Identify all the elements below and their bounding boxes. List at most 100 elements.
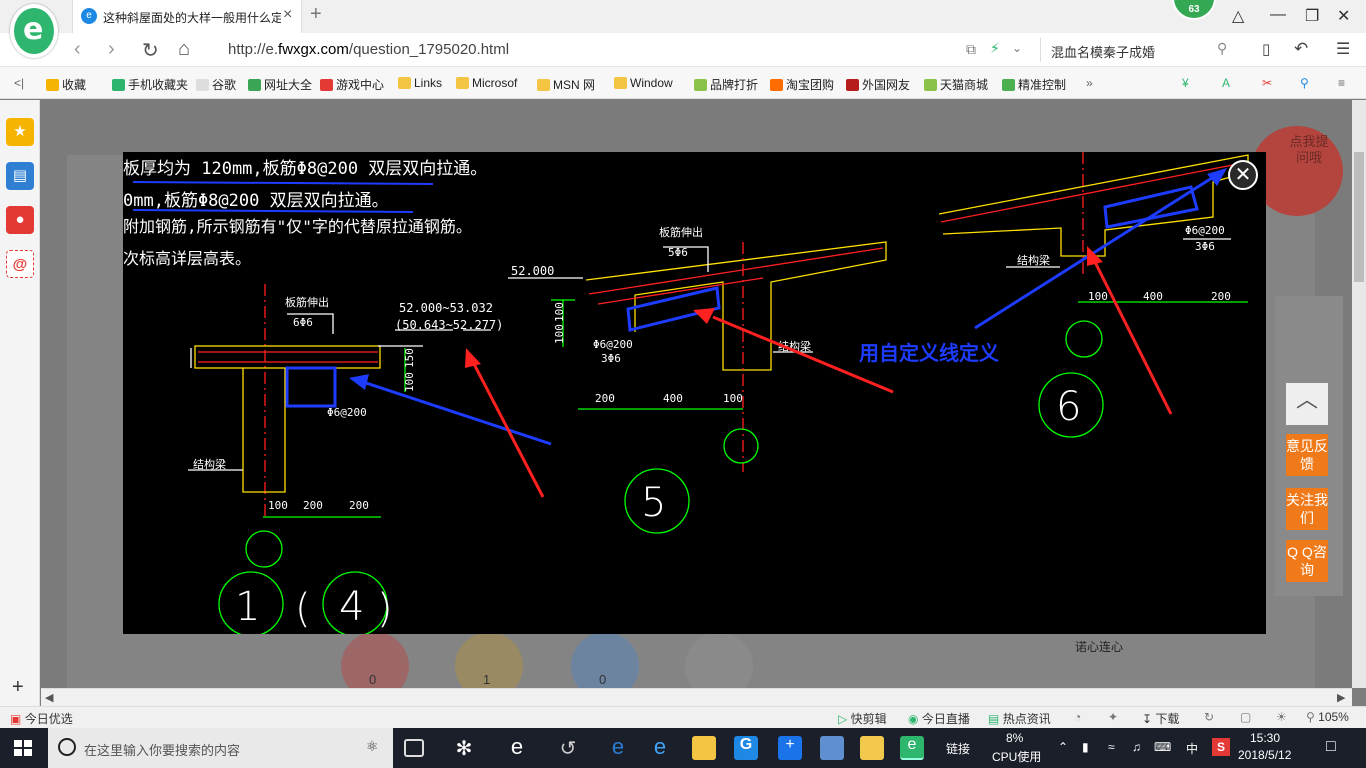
list-icon[interactable]: ▤	[6, 162, 34, 190]
dim-left-1: 100	[268, 499, 288, 512]
scissors-icon[interactable]: ✂	[1262, 76, 1272, 90]
more-favorites-icon[interactable]: »	[1086, 76, 1093, 90]
fan-app-icon[interactable]: ✻	[452, 736, 476, 760]
forward-button[interactable]: ›	[108, 38, 115, 61]
notification-icon[interactable]: □	[1326, 738, 1336, 756]
close-window-button[interactable]: ✕	[1337, 6, 1350, 26]
favorite-item[interactable]: 谷歌	[196, 76, 236, 93]
plus-app-icon[interactable]: +	[778, 736, 802, 760]
today-picks[interactable]: ▣ 今日优选	[10, 710, 73, 727]
favorite-item[interactable]: 游戏中心	[320, 76, 384, 93]
partial-text: 诺心连心	[1075, 640, 1124, 654]
dim-height-mid-1: 100	[553, 302, 566, 322]
hot-news[interactable]: ▤ 热点资讯	[988, 710, 1051, 727]
tab-active[interactable]: e 这种斜屋面处的大样一般用什么定义 ×	[72, 0, 302, 33]
link-label[interactable]: 链接	[946, 740, 970, 757]
mail-icon[interactable]: @	[6, 250, 34, 278]
magnifier-icon[interactable]: ⚲	[1300, 76, 1309, 90]
window-icon[interactable]: ▢	[1240, 710, 1251, 724]
lightning-icon[interactable]: ⚡	[990, 40, 1000, 57]
favorite-item[interactable]: 品牌打折	[694, 76, 758, 93]
keyboard-icon[interactable]: ⌨	[1154, 740, 1171, 754]
favorite-item[interactable]: Links	[398, 76, 442, 90]
horizontal-scrollbar[interactable]: ◀ ▶	[41, 688, 1352, 706]
zoom-level[interactable]: ⚲ 105%	[1306, 710, 1349, 724]
tray-expand-icon[interactable]: ⌃	[1058, 740, 1068, 754]
favorite-item[interactable]: 外国网友	[846, 76, 910, 93]
browser-logo-icon[interactable]: e	[10, 4, 58, 58]
add-sidebar-button[interactable]: +	[12, 676, 24, 699]
minimize-button[interactable]: —	[1270, 6, 1286, 24]
mute-icon[interactable]: ☀	[1276, 710, 1287, 724]
refresh-icon[interactable]: ↻	[1204, 710, 1214, 724]
label-beam-left: 结构梁	[193, 457, 226, 471]
star-icon[interactable]: ★	[6, 118, 34, 146]
ie-icon[interactable]: e	[648, 736, 672, 760]
new-tab-button[interactable]: +	[310, 3, 322, 26]
phone-icon[interactable]: ▯	[1262, 40, 1270, 58]
qq-button[interactable]: Q Q咨询	[1286, 540, 1328, 582]
notification-badge[interactable]: 63	[1172, 0, 1216, 20]
home-button[interactable]: ⌂	[178, 38, 190, 61]
folder-icon[interactable]	[692, 736, 716, 760]
favorite-item[interactable]: MSN 网	[537, 76, 595, 93]
battery-icon[interactable]: ▮	[1082, 740, 1089, 754]
sogou-icon[interactable]: S	[1212, 738, 1230, 756]
ime-indicator[interactable]: 中	[1186, 740, 1198, 757]
notes-icon[interactable]	[860, 736, 884, 760]
g-app-icon[interactable]: G	[734, 736, 758, 760]
translate-icon[interactable]: A	[1222, 76, 1230, 90]
spiral-icon[interactable]: ↺	[556, 736, 580, 760]
close-lightbox-button[interactable]: ✕	[1228, 160, 1258, 190]
volume-icon[interactable]: ♫	[1132, 740, 1141, 754]
edge-icon[interactable]: e	[606, 736, 630, 760]
favorite-icon	[1002, 79, 1015, 91]
back-to-top-button[interactable]: ︿	[1286, 383, 1328, 425]
url-field[interactable]: http://e.fwxgx.com/question_1795020.html	[228, 41, 509, 58]
weibo-icon[interactable]: ●	[6, 206, 34, 234]
sidebar-toggle-icon[interactable]: <|	[14, 76, 24, 90]
back-button[interactable]: ‹	[74, 38, 81, 61]
live-today[interactable]: ◉ 今日直播	[908, 710, 970, 727]
task-view-icon[interactable]	[404, 739, 424, 757]
follow-button[interactable]: 关注我们	[1286, 488, 1328, 530]
menu-icon[interactable]: ☰	[1336, 39, 1350, 59]
windows-start-icon[interactable]	[14, 740, 32, 756]
favorite-item[interactable]: 网址大全	[248, 76, 312, 93]
chevron-down-icon[interactable]: ⌄	[1012, 41, 1022, 55]
wifi-icon[interactable]: ≈	[1108, 740, 1115, 754]
microphone-icon[interactable]: ⚛	[366, 738, 379, 755]
favorite-item[interactable]: 精准控制	[1002, 76, 1066, 93]
vertical-scrollbar[interactable]	[1352, 100, 1366, 688]
clock-date[interactable]: 2018/5/12	[1238, 748, 1291, 762]
url-host: fwxgx.com	[278, 41, 349, 58]
store-icon[interactable]	[820, 736, 844, 760]
download[interactable]: ↧ 下载	[1142, 710, 1179, 727]
favorite-item[interactable]: Window	[614, 76, 673, 90]
menu-lines-icon[interactable]: ≡	[1338, 76, 1345, 90]
browser-e-icon[interactable]: e	[505, 736, 529, 760]
share-icon[interactable]: ⧉	[966, 41, 976, 58]
search-icon[interactable]: ⚲	[1217, 40, 1227, 57]
restore-button[interactable]: ❐	[1305, 6, 1319, 26]
favorite-label: 外国网友	[862, 78, 911, 92]
favorite-item[interactable]: 淘宝团购	[770, 76, 834, 93]
undo-icon[interactable]: ↶	[1294, 39, 1308, 59]
reload-button[interactable]: ↻	[142, 38, 159, 63]
favorite-item[interactable]: 天猫商城	[924, 76, 988, 93]
taskbar-search[interactable]: 在这里输入你要搜索的内容 ⚛	[48, 728, 393, 768]
search-input[interactable]: 混血名模秦子成婚 ⚲	[1040, 38, 1240, 62]
tab-close-icon[interactable]: ×	[283, 6, 292, 24]
shirt-icon[interactable]: △	[1232, 6, 1244, 26]
quick-clip[interactable]: ▷ 快剪辑	[838, 710, 887, 727]
tool-icon[interactable]: ✦	[1108, 710, 1118, 724]
favorite-item[interactable]: Microsof	[456, 76, 517, 90]
money-icon[interactable]: ¥	[1182, 76, 1189, 90]
circle-label-5: 5	[641, 480, 666, 526]
feedback-button[interactable]: 意见反馈	[1286, 434, 1328, 476]
clock-time[interactable]: 15:30	[1250, 731, 1280, 745]
speed-icon[interactable]: ◔	[1074, 710, 1081, 724]
browser-active-icon[interactable]: e	[900, 736, 924, 760]
favorite-item[interactable]: 收藏	[46, 76, 86, 93]
favorite-item[interactable]: 手机收藏夹	[112, 76, 188, 93]
